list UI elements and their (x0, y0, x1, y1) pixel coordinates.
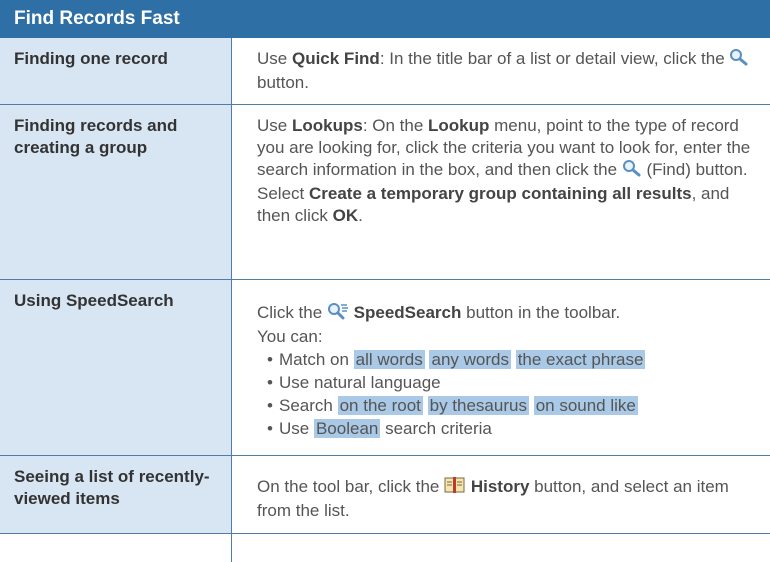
table-row-continuation (0, 534, 770, 562)
text: : On the (362, 116, 429, 135)
highlighted-option: on sound like (533, 396, 638, 415)
row-label: Finding records and creating a group (0, 105, 232, 279)
magnifier-icon (622, 159, 642, 183)
option-list: Match on all words any words the exact p… (267, 348, 766, 440)
bold-term: Lookup (428, 116, 490, 135)
text: Use (257, 49, 292, 68)
bold-term: Lookups (291, 116, 363, 135)
bold-term: Quick Find (291, 49, 380, 68)
text: Match on (279, 350, 354, 369)
highlighted-option: Boolean (313, 419, 381, 438)
text: Click the (257, 303, 327, 322)
text: : In the title bar of a list or detail v… (379, 49, 730, 68)
text: You can: (257, 327, 323, 346)
bold-term: History (470, 477, 530, 496)
highlighted-option: the exact phrase (515, 350, 646, 369)
history-book-icon (444, 476, 466, 500)
row-label-empty (0, 534, 232, 562)
text: Use (279, 419, 314, 438)
table-row: Finding records and creating a group Use… (0, 105, 770, 280)
text: search criteria (380, 419, 492, 438)
speedsearch-icon (327, 302, 349, 326)
row-label: Using SpeedSearch (0, 280, 232, 455)
text: Search (279, 396, 338, 415)
highlighted-option: by thesaurus (427, 396, 529, 415)
list-item: Use natural language (267, 371, 766, 394)
bold-term: SpeedSearch (353, 303, 462, 322)
highlighted-option: any words (429, 350, 511, 369)
text: button. (257, 73, 309, 92)
bold-term: Create a temporary group containing all … (308, 184, 692, 203)
list-item: Match on all words any words the exact p… (267, 348, 766, 371)
quick-reference-card: Find Records Fast Finding one record Use… (0, 0, 770, 562)
table-row: Seeing a list of recently-viewed items O… (0, 456, 770, 534)
card-title: Find Records Fast (0, 0, 770, 38)
magnifier-icon (729, 48, 749, 72)
row-description: Use Quick Find: In the title bar of a li… (233, 38, 770, 94)
highlighted-option: all words (353, 350, 425, 369)
text: . (358, 206, 363, 225)
row-label: Seeing a list of recently-viewed items (0, 456, 232, 533)
table-row: Using SpeedSearch Click the SpeedSearch … (0, 280, 770, 456)
text: Use (257, 116, 292, 135)
text: On the tool bar, click the (257, 477, 445, 496)
table-row: Finding one record Use Quick Find: In th… (0, 38, 770, 105)
row-description: On the tool bar, click the History butto… (233, 456, 770, 522)
list-item: Use Boolean search criteria (267, 417, 766, 440)
row-label: Finding one record (0, 38, 232, 104)
bold-term: OK (332, 206, 359, 225)
row-description: Use Lookups: On the Lookup menu, point t… (233, 105, 770, 227)
highlighted-option: on the root (337, 396, 423, 415)
list-item: Search on the root by thesaurus on sound… (267, 394, 766, 417)
text: button in the toolbar. (461, 303, 621, 322)
row-description: Click the SpeedSearch button in the tool… (233, 280, 770, 440)
